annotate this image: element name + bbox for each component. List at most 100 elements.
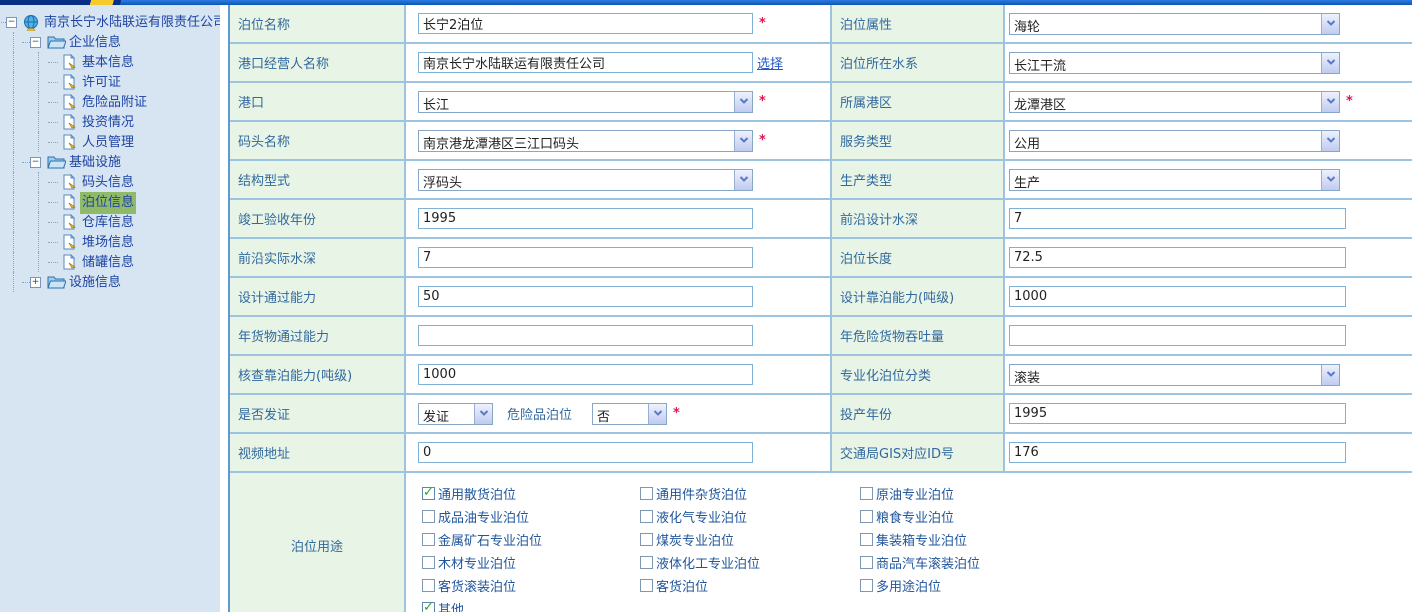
chevron-down-icon[interactable] bbox=[1321, 170, 1339, 190]
front-actual-depth-input[interactable] bbox=[418, 247, 753, 268]
tree-node-company-root: − 南京长宁水陆联运有限责任公司 bbox=[0, 12, 220, 32]
tree-item-label[interactable]: 基础设施 bbox=[67, 152, 123, 174]
video-address-input[interactable] bbox=[418, 442, 753, 463]
berth-name-input[interactable] bbox=[418, 13, 753, 34]
traffic-bureau-gis-id-field bbox=[1005, 434, 1412, 473]
tree-item-label[interactable]: 危险品附证 bbox=[80, 92, 149, 114]
tree-node-enterprise-info: − 企业信息 bbox=[0, 32, 220, 52]
port-area-select[interactable]: 龙潭港区 bbox=[1009, 91, 1340, 113]
choose-operator-link[interactable]: 选择 bbox=[757, 53, 783, 72]
required-mark: * bbox=[759, 16, 766, 31]
completion-acceptance-year-input[interactable] bbox=[418, 208, 753, 229]
chevron-down-icon[interactable] bbox=[734, 170, 752, 190]
checkbox-unchecked[interactable] bbox=[640, 533, 653, 546]
dangerous-goods-berth-label: 危险品泊位 bbox=[507, 404, 572, 423]
chevron-down-icon[interactable] bbox=[648, 404, 666, 424]
checkbox-unchecked[interactable] bbox=[422, 579, 435, 592]
required-mark: * bbox=[759, 94, 766, 109]
tree-item-label[interactable]: 设施信息 bbox=[67, 272, 123, 294]
berth-length-field bbox=[1005, 239, 1412, 278]
tree-node-storage-tank-info: 储罐信息 bbox=[0, 252, 220, 272]
annual-cargo-capacity-input[interactable] bbox=[418, 325, 753, 346]
design-berthing-capacity-input[interactable] bbox=[1009, 286, 1346, 307]
checkbox-unchecked[interactable] bbox=[640, 556, 653, 569]
usage-option-label: 原油专业泊位 bbox=[876, 484, 954, 503]
tree-guide-line bbox=[38, 212, 39, 232]
tree-node-infrastructure: − 基础设施 bbox=[0, 152, 220, 172]
verified-berthing-capacity-input[interactable] bbox=[418, 364, 753, 385]
sidebar-divider bbox=[220, 5, 230, 612]
chevron-down-icon[interactable] bbox=[1321, 53, 1339, 73]
dangerous-goods-berth-select[interactable]: 否 bbox=[592, 403, 667, 425]
production-year-input[interactable] bbox=[1009, 403, 1346, 424]
checkbox-unchecked[interactable] bbox=[860, 533, 873, 546]
chevron-down-icon[interactable] bbox=[1321, 14, 1339, 34]
water-system-select[interactable]: 长江干流 bbox=[1009, 52, 1340, 74]
port-area-field: 龙潭港区* bbox=[1005, 83, 1412, 122]
chevron-down-icon[interactable] bbox=[474, 404, 492, 424]
tree-item-label[interactable]: 储罐信息 bbox=[80, 252, 136, 274]
usage-option-label: 液化气专业泊位 bbox=[656, 507, 747, 526]
design-berthing-capacity-field bbox=[1005, 278, 1412, 317]
chevron-down-icon[interactable] bbox=[734, 131, 752, 151]
tree-item-label[interactable]: 企业信息 bbox=[67, 32, 123, 54]
checkbox-unchecked[interactable] bbox=[640, 487, 653, 500]
front-design-depth-input[interactable] bbox=[1009, 208, 1346, 229]
tree-item-label[interactable]: 许可证 bbox=[80, 72, 123, 94]
tree-expander-minus-icon[interactable]: − bbox=[6, 17, 17, 28]
checkbox-unchecked[interactable] bbox=[422, 510, 435, 523]
license-issued-select[interactable]: 发证 bbox=[418, 403, 493, 425]
port-select[interactable]: 长江 bbox=[418, 91, 753, 113]
tree-item-label[interactable]: 泊位信息 bbox=[80, 192, 136, 214]
chevron-down-icon[interactable] bbox=[734, 92, 752, 112]
checkbox-unchecked[interactable] bbox=[860, 487, 873, 500]
chevron-down-icon[interactable] bbox=[1321, 92, 1339, 112]
production-type-select[interactable]: 生产 bbox=[1009, 169, 1340, 191]
form-row: 年货物通过能力年危险货物吞吐量 bbox=[230, 317, 1412, 356]
front-design-depth-field bbox=[1005, 200, 1412, 239]
chevron-down-icon[interactable] bbox=[1321, 365, 1339, 385]
tree-item-label[interactable]: 基本信息 bbox=[80, 52, 136, 74]
usage-option: 客货泊位 bbox=[640, 574, 860, 597]
port-operator-name-input[interactable] bbox=[418, 52, 753, 73]
tree-item-label[interactable]: 投资情况 bbox=[80, 112, 136, 134]
usage-option: 木材专业泊位 bbox=[422, 551, 640, 574]
form-row: 港口经营人名称选择泊位所在水系长江干流 bbox=[230, 44, 1412, 83]
berth-attribute-select[interactable]: 海轮 bbox=[1009, 13, 1340, 35]
tree-item-label[interactable]: 堆场信息 bbox=[80, 232, 136, 254]
checkbox-checked[interactable] bbox=[422, 487, 435, 500]
checkbox-unchecked[interactable] bbox=[422, 556, 435, 569]
annual-dangerous-cargo-throughput-input[interactable] bbox=[1009, 325, 1346, 346]
checkbox-unchecked[interactable] bbox=[860, 556, 873, 569]
checkbox-unchecked[interactable] bbox=[640, 579, 653, 592]
tree-guide-dash bbox=[48, 182, 58, 183]
tree-expander-minus-icon[interactable]: − bbox=[30, 157, 41, 168]
service-type-select[interactable]: 公用 bbox=[1009, 130, 1340, 152]
service-type-field: 公用 bbox=[1005, 122, 1412, 161]
checkbox-checked[interactable] bbox=[422, 602, 435, 612]
chevron-down-icon[interactable] bbox=[1321, 131, 1339, 151]
tree-item-label[interactable]: 人员管理 bbox=[80, 132, 136, 154]
berth-usage-row: 泊位用途通用散货泊位通用件杂货泊位原油专业泊位成品油专业泊位液化气专业泊位粮食专… bbox=[230, 473, 1412, 612]
tree-expander-plus-icon[interactable]: + bbox=[30, 277, 41, 288]
tree-item-label[interactable]: 码头信息 bbox=[80, 172, 136, 194]
wharf-name-select[interactable]: 南京港龙潭港区三江口码头 bbox=[418, 130, 753, 152]
tree-node-wharf-info: 码头信息 bbox=[0, 172, 220, 192]
traffic-bureau-gis-id-input[interactable] bbox=[1009, 442, 1346, 463]
design-throughput-capacity-input[interactable] bbox=[418, 286, 753, 307]
tree-node-warehouse-info: 仓库信息 bbox=[0, 212, 220, 232]
berth-length-input[interactable] bbox=[1009, 247, 1346, 268]
specialized-berth-category-select[interactable]: 滚装 bbox=[1009, 364, 1340, 386]
checkbox-unchecked[interactable] bbox=[860, 579, 873, 592]
berth-attribute-label: 泊位属性 bbox=[830, 5, 1005, 44]
tree-guide-line bbox=[13, 152, 14, 172]
checkbox-unchecked[interactable] bbox=[640, 510, 653, 523]
checkbox-unchecked[interactable] bbox=[422, 533, 435, 546]
usage-option-label: 通用散货泊位 bbox=[438, 484, 516, 503]
tree-item-label[interactable]: 南京长宁水陆联运有限责任公司 bbox=[42, 12, 220, 34]
structure-type-select[interactable]: 浮码头 bbox=[418, 169, 753, 191]
tree-expander-minus-icon[interactable]: − bbox=[30, 37, 41, 48]
annual-dangerous-cargo-throughput-field bbox=[1005, 317, 1412, 356]
checkbox-unchecked[interactable] bbox=[860, 510, 873, 523]
tree-item-label[interactable]: 仓库信息 bbox=[80, 212, 136, 234]
